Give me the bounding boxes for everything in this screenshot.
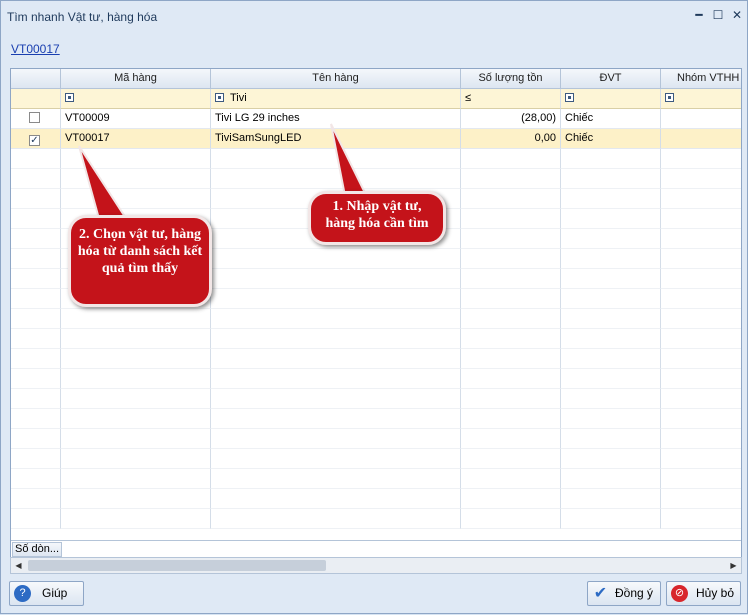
cancel-button-label: Hủy bỏ — [696, 586, 735, 600]
help-button[interactable]: ? Giúp — [9, 581, 84, 606]
help-button-label: Giúp — [42, 586, 68, 600]
callout-second-pointer — [78, 145, 133, 227]
help-icon: ? — [14, 585, 31, 602]
cancel-button[interactable]: ⊘ Hủy bỏ — [666, 581, 741, 606]
callout-pointers — [78, 123, 371, 227]
quick-search-dialog: Tìm nhanh Vật tư, hàng hóa ━ ☐ ✕ VT00017… — [0, 0, 748, 614]
callout-first-pointer — [330, 123, 371, 202]
ok-button[interactable]: ✔ Đồng ý — [587, 581, 661, 606]
ok-button-label: Đồng ý — [615, 586, 654, 600]
cancel-icon: ⊘ — [671, 585, 688, 602]
check-icon: ✔ — [593, 585, 608, 602]
callout-second: 2. Chọn vật tư, hàng hóa từ danh sách kế… — [68, 215, 212, 307]
callout-first: 1. Nhập vật tư, hàng hóa cần tìm — [308, 191, 446, 245]
